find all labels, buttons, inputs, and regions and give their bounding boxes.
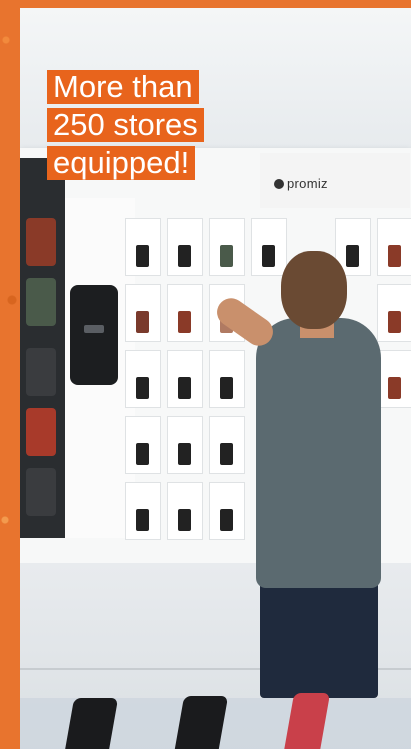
phone-case (26, 348, 56, 396)
brand-logo: promiz (274, 176, 328, 191)
product-slot (125, 350, 161, 408)
phone-case (26, 408, 56, 456)
person-head (281, 251, 347, 329)
product-slot (209, 350, 245, 408)
headline-line: equipped! (47, 146, 196, 180)
product-slot (125, 416, 161, 474)
headline-line: More than (47, 70, 199, 104)
product-slot (167, 416, 203, 474)
product-slot (125, 284, 161, 342)
product-slot (209, 218, 245, 276)
product-slot (377, 350, 411, 408)
product-slot (125, 218, 161, 276)
power-bank-sample (70, 285, 118, 385)
product-slot (377, 284, 411, 342)
headline: More than 250 stores equipped! (47, 70, 204, 184)
person-shirt (256, 318, 381, 588)
phone-case (26, 468, 56, 516)
product-slot (209, 416, 245, 474)
headline-line: 250 stores (47, 108, 204, 142)
product-slot (251, 218, 287, 276)
product-slot (167, 350, 203, 408)
brand-logo-text: promiz (287, 176, 328, 191)
product-slot (209, 482, 245, 540)
product-slot (167, 482, 203, 540)
dark-case-column (20, 158, 65, 538)
product-slot (125, 482, 161, 540)
product-slot (167, 284, 203, 342)
phone-case (26, 278, 56, 326)
product-slot (377, 218, 411, 276)
product-slot (167, 218, 203, 276)
phone-case (26, 218, 56, 266)
